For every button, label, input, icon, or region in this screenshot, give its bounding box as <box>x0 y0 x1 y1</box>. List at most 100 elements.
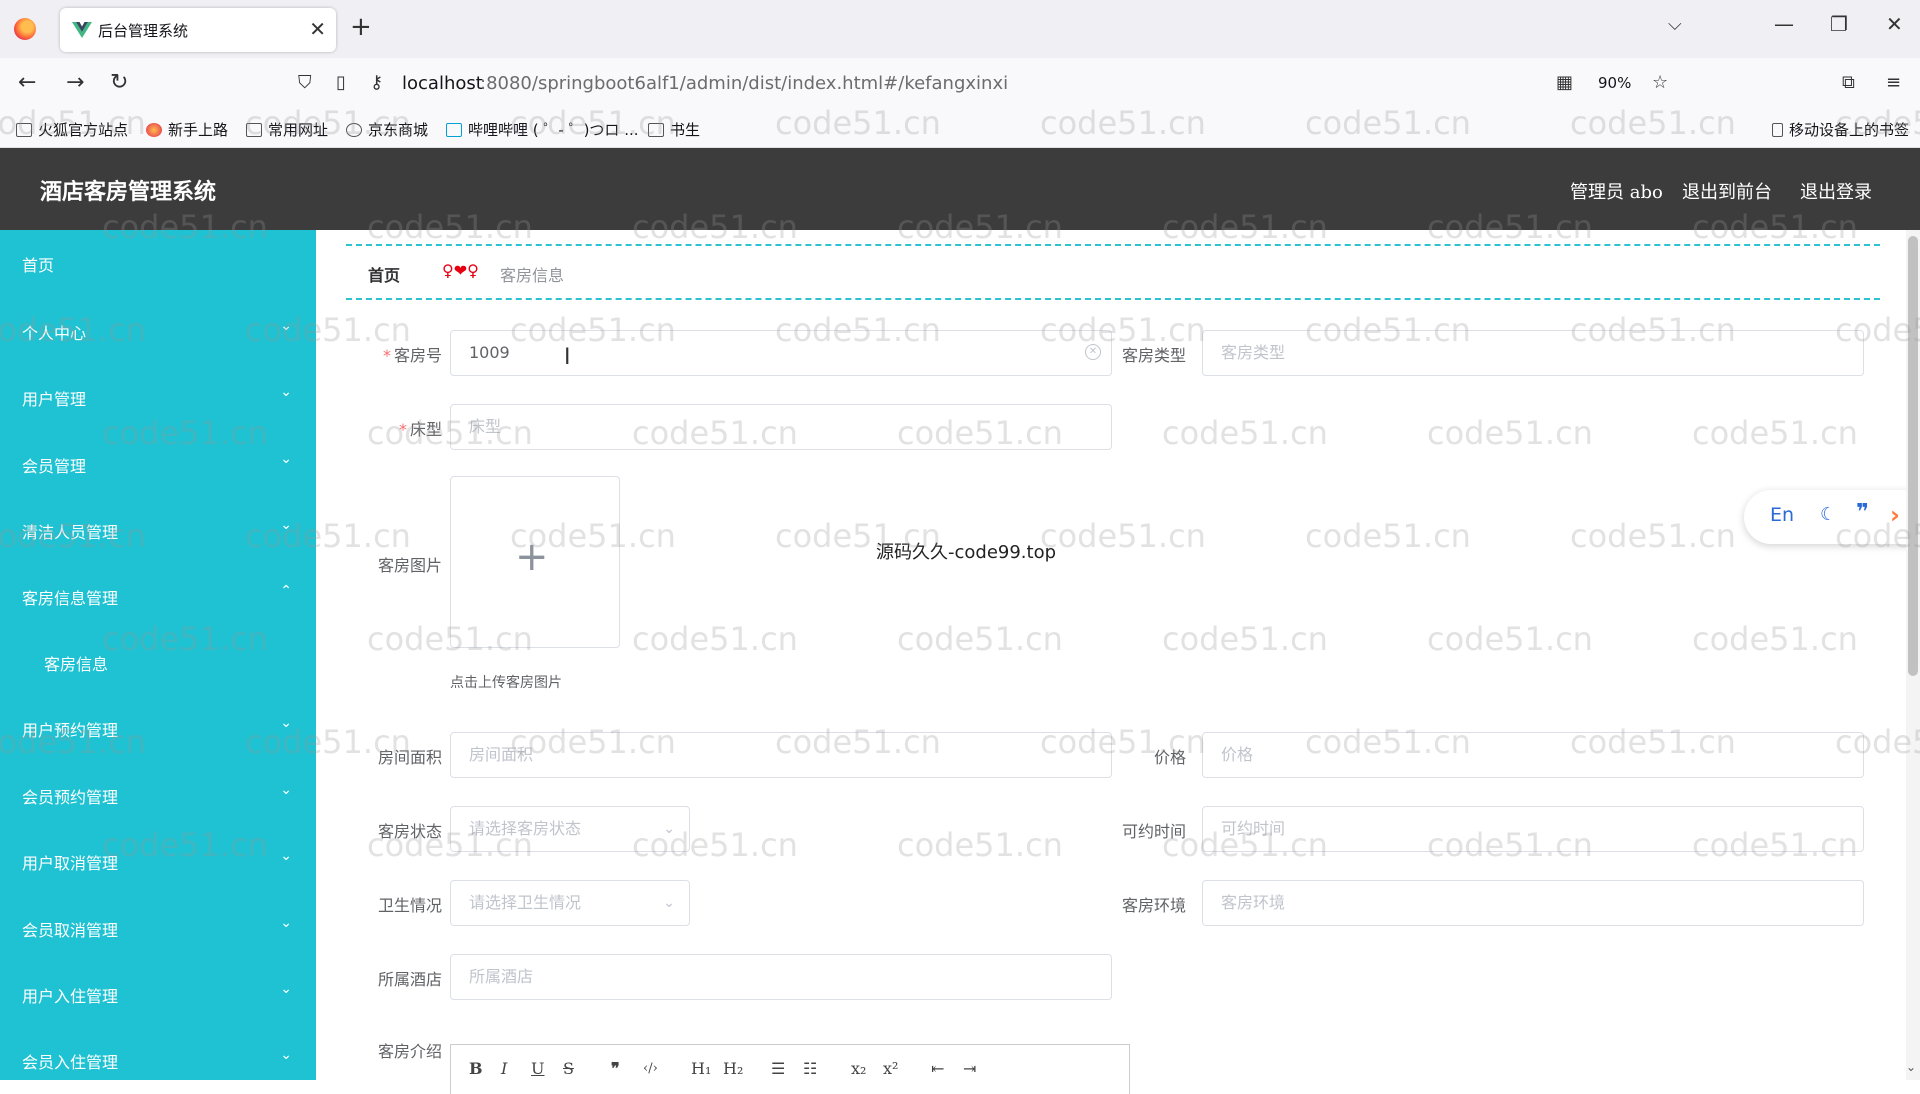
sidebar: 首页 个人中心 ⌄ 用户管理 ⌄ 会员管理 ⌄ 清洁人员管理 ⌄ 客房信息管理 … <box>0 230 316 1080</box>
lang-toggle[interactable]: En <box>1770 504 1794 526</box>
exit-to-front-link[interactable]: 退出到前台 <box>1682 178 1772 204</box>
room-no-input[interactable] <box>469 343 1047 362</box>
area-input[interactable] <box>469 745 1047 764</box>
bookmarks-bar: 火狐官方站点 新手上路 常用网址 京东商城 哔哩哔哩 ( ゜- ゜)つロ ...… <box>0 110 1920 148</box>
hotel-field[interactable] <box>450 954 1112 1000</box>
area-field[interactable] <box>450 732 1112 778</box>
browser-tab[interactable]: 后台管理系统 ✕ <box>60 8 336 52</box>
menu-icon[interactable]: ≡ <box>1886 72 1901 93</box>
environment-input[interactable] <box>1221 893 1799 912</box>
price-input[interactable] <box>1221 745 1799 764</box>
bookmark-item[interactable]: 火狐官方站点 <box>16 119 128 140</box>
moon-icon[interactable]: ☾ <box>1820 504 1836 525</box>
room-no-field[interactable]: ✕ <box>450 330 1112 376</box>
sidebar-item-user-cancel[interactable]: 用户取消管理 ⌄ <box>0 828 316 894</box>
zoom-level[interactable]: 90% <box>1598 74 1631 92</box>
bookmark-item[interactable]: 新手上路 <box>146 119 228 140</box>
key-icon[interactable]: ⚷ <box>370 72 383 93</box>
clear-icon[interactable]: ✕ <box>1085 344 1101 360</box>
page-scrollbar[interactable] <box>1906 230 1920 1080</box>
sidebar-item-room-info[interactable]: 客房信息 <box>0 629 316 695</box>
sidebar-item-member-booking[interactable]: 会员预约管理 ⌄ <box>0 762 316 828</box>
bed-type-input[interactable] <box>469 417 1047 436</box>
subscript-icon[interactable]: x₂ <box>851 1059 866 1078</box>
chevron-right-icon[interactable]: › <box>1890 501 1900 529</box>
superscript-icon[interactable]: x² <box>883 1059 898 1078</box>
breadcrumb-home[interactable]: 首页 <box>368 262 400 286</box>
overlay-text: 源码久久-code99.top <box>876 542 1057 563</box>
breadcrumb-current: 客房信息 <box>500 266 565 285</box>
close-tab-icon[interactable]: ✕ <box>309 17 326 41</box>
hygiene-input[interactable] <box>469 893 667 912</box>
image-upload-box[interactable]: + <box>450 476 620 648</box>
minimize-icon[interactable]: — <box>1774 12 1794 36</box>
rich-text-toolbar: B I U S ❞ ‹/› H₁ H₂ ☰ ☷ x₂ x² ⇤ ⇥ <box>450 1044 1130 1094</box>
sidebar-item-user-checkin[interactable]: 用户入住管理 ⌄ <box>0 961 316 1027</box>
scroll-thumb[interactable] <box>1908 236 1918 676</box>
restore-icon[interactable]: ❐ <box>1830 12 1848 36</box>
bookmark-item[interactable]: 京东商城 <box>346 119 428 140</box>
qr-code-icon[interactable]: ▦ <box>1556 72 1573 93</box>
hotel-input[interactable] <box>469 967 1047 986</box>
admin-name: 管理员 abo <box>1570 182 1663 203</box>
ordered-list-icon[interactable]: ☰ <box>771 1059 785 1078</box>
price-field[interactable] <box>1202 732 1864 778</box>
firefox-icon <box>146 123 162 137</box>
bed-type-field[interactable] <box>450 404 1112 450</box>
avail-time-field[interactable] <box>1202 806 1864 852</box>
text-cursor-icon: Ⅰ <box>564 345 571 370</box>
avail-time-input[interactable] <box>1221 819 1799 838</box>
bookmark-item[interactable]: 哔哩哔哩 ( ゜- ゜)つロ ... <box>446 119 639 140</box>
quote-icon[interactable]: ❞ <box>1856 500 1869 525</box>
indent-icon[interactable]: ⇥ <box>963 1059 976 1078</box>
code-icon[interactable]: ‹/› <box>643 1061 658 1076</box>
page-icon[interactable]: ▯ <box>336 72 346 93</box>
sidebar-item-personal[interactable]: 个人中心 ⌄ <box>0 298 316 364</box>
new-tab-icon[interactable]: + <box>350 12 372 42</box>
mobile-icon <box>1772 123 1783 137</box>
sidebar-item-member-checkin[interactable]: 会员入住管理 ⌄ <box>0 1027 316 1093</box>
sidebar-item-users[interactable]: 用户管理 ⌄ <box>0 364 316 430</box>
underline-icon[interactable]: U <box>531 1059 544 1078</box>
chevron-down-icon: ⌄ <box>663 821 675 837</box>
vue-favicon-icon <box>72 22 92 38</box>
url-host[interactable]: localhost <box>402 73 483 94</box>
forward-icon[interactable]: → <box>66 70 84 95</box>
heading1-icon[interactable]: H₁ <box>691 1059 711 1078</box>
strike-icon[interactable]: S <box>563 1059 574 1078</box>
room-type-field[interactable] <box>1202 330 1864 376</box>
bookmark-item[interactable]: 书生 <box>648 119 700 140</box>
room-type-input[interactable] <box>1221 343 1799 362</box>
chevron-down-icon: ⌄ <box>280 318 292 334</box>
back-icon[interactable]: ← <box>18 70 36 95</box>
bookmark-item[interactable]: 常用网址 <box>246 119 328 140</box>
scroll-down-icon[interactable]: ⌄ <box>1906 1060 1916 1074</box>
sidebar-item-home[interactable]: 首页 <box>0 230 316 296</box>
sidebar-item-members[interactable]: 会员管理 ⌄ <box>0 431 316 497</box>
url-path[interactable]: :8080/springboot6alf1/admin/dist/index.h… <box>480 73 1008 94</box>
shield-icon[interactable]: ⛉ <box>298 72 312 93</box>
outdent-icon[interactable]: ⇤ <box>931 1059 944 1078</box>
bold-icon[interactable]: B <box>469 1059 483 1078</box>
status-select[interactable]: ⌄ <box>450 806 690 852</box>
translate-widget[interactable]: En ☾ ❞ › <box>1744 490 1920 544</box>
sidebar-item-user-booking[interactable]: 用户预约管理 ⌄ <box>0 695 316 761</box>
sidebar-item-member-cancel[interactable]: 会员取消管理 ⌄ <box>0 895 316 961</box>
italic-icon[interactable]: I <box>501 1059 507 1078</box>
environment-field[interactable] <box>1202 880 1864 926</box>
extensions-icon[interactable]: ⧉ <box>1842 72 1855 93</box>
sidebar-item-cleaners[interactable]: 清洁人员管理 ⌄ <box>0 497 316 563</box>
reload-icon[interactable]: ↻ <box>110 70 128 95</box>
close-window-icon[interactable]: ✕ <box>1886 12 1903 36</box>
heading2-icon[interactable]: H₂ <box>723 1059 743 1078</box>
hygiene-select[interactable]: ⌄ <box>450 880 690 926</box>
chevron-down-icon[interactable]: ⌵ <box>1668 14 1682 35</box>
mobile-bookmarks[interactable]: 移动设备上的书签 <box>1772 119 1909 140</box>
star-icon[interactable]: ☆ <box>1652 72 1668 93</box>
sidebar-item-room-info-mgmt[interactable]: 客房信息管理 ⌃ <box>0 563 316 629</box>
bullet-list-icon[interactable]: ☷ <box>803 1059 817 1078</box>
logout-link[interactable]: 退出登录 <box>1800 178 1872 204</box>
quote-icon[interactable]: ❞ <box>611 1059 620 1078</box>
app-title: 酒店客房管理系统 <box>40 179 217 205</box>
status-input[interactable] <box>469 819 667 838</box>
